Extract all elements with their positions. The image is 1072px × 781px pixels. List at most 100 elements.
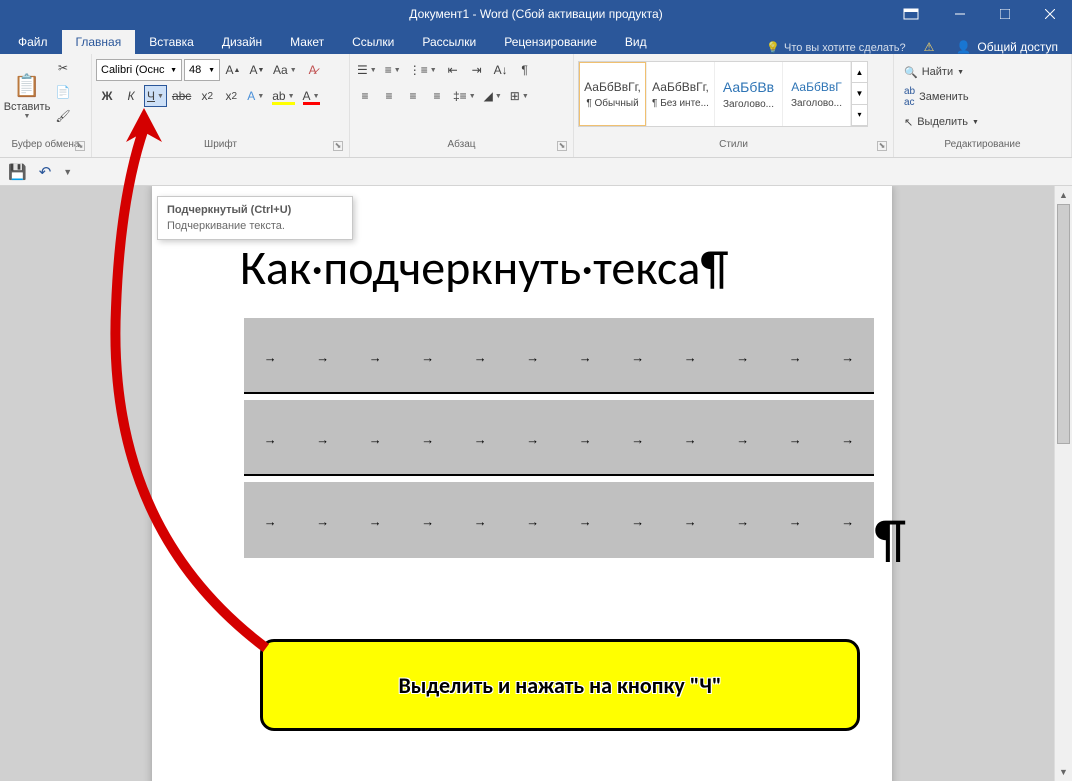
document-table[interactable]: →→→→→→→→→→→→ →→→→→→→→→→→→ →→→→→→→→→→→→ ¶: [244, 318, 874, 564]
save-button[interactable]: 💾: [8, 163, 27, 181]
group-label-font: Шрифт⬊: [96, 139, 345, 157]
style-heading1[interactable]: АаБбВвЗаголово...: [715, 62, 783, 126]
borders-button[interactable]: ⊞▼: [507, 85, 532, 107]
pilcrow-mark: ¶: [874, 506, 906, 572]
tab-home[interactable]: Главная: [62, 30, 136, 54]
grow-font-button[interactable]: A▲: [222, 59, 244, 81]
strike-button[interactable]: abc: [169, 85, 194, 107]
vertical-scrollbar[interactable]: ▲ ▼: [1054, 186, 1072, 781]
paste-button[interactable]: 📋 Вставить ▼: [4, 57, 50, 135]
align-right-button[interactable]: ≡: [402, 85, 424, 107]
group-label-clipboard: Буфер обмена⬊: [4, 139, 87, 157]
cut-button[interactable]: ✂: [52, 57, 74, 79]
multilevel-button[interactable]: ⋮≡▼: [406, 59, 440, 81]
font-name-combo[interactable]: Calibri (Оснс▼: [96, 59, 182, 81]
style-heading2[interactable]: АаБбВвГЗаголово...: [783, 62, 851, 126]
tab-references[interactable]: Ссылки: [338, 30, 408, 54]
tooltip-title: Подчеркнутый (Ctrl+U): [167, 204, 343, 216]
styles-gallery[interactable]: АаБбВвГг,¶ Обычный АаБбВвГг,¶ Без инте..…: [578, 61, 868, 127]
warning-icon[interactable]: ⚠: [924, 40, 935, 54]
table-row[interactable]: →→→→→→→→→→→→: [244, 400, 874, 476]
styles-more-icon[interactable]: ▾: [851, 105, 867, 126]
document-heading[interactable]: Как·подчеркнуть·текса¶: [240, 238, 728, 297]
style-no-spacing[interactable]: АаБбВвГг,¶ Без инте...: [647, 62, 715, 126]
tab-mailings[interactable]: Рассылки: [408, 30, 490, 54]
superscript-button[interactable]: x2: [220, 85, 242, 107]
tooltip-body: Подчеркивание текста.: [167, 220, 343, 232]
callout-text: Выделить и нажать на кнопку "Ч": [398, 672, 721, 699]
ribbon-display-icon[interactable]: [900, 5, 922, 23]
maximize-button[interactable]: [982, 0, 1027, 28]
share-button[interactable]: 👤 Общий доступ: [942, 40, 1072, 54]
numbering-button[interactable]: ≡▼: [382, 59, 404, 81]
align-left-button[interactable]: ≡: [354, 85, 376, 107]
clear-format-button[interactable]: A̷: [302, 59, 324, 81]
group-label-editing: Редактирование: [898, 139, 1067, 157]
qat-more-icon[interactable]: ▼: [63, 167, 72, 177]
paste-label: Вставить: [4, 101, 51, 113]
clipboard-dialog-icon[interactable]: ⬊: [75, 141, 85, 151]
ribbon: 📋 Вставить ▼ ✂ 📄 🖌 Буфер обмена⬊ Calibri…: [0, 54, 1072, 158]
minimize-button[interactable]: [937, 0, 982, 28]
shrink-font-button[interactable]: A▼: [246, 59, 268, 81]
bold-button[interactable]: Ж: [96, 85, 118, 107]
group-label-styles: Стили⬊: [578, 139, 889, 157]
lightbulb-icon: 💡: [766, 41, 780, 54]
ribbon-tabs: Файл Главная Вставка Дизайн Макет Ссылки…: [0, 28, 1072, 54]
tab-review[interactable]: Рецензирование: [490, 30, 611, 54]
replace-button[interactable]: abacЗаменить: [904, 86, 979, 108]
undo-button[interactable]: ↶: [39, 163, 52, 181]
share-label: Общий доступ: [977, 40, 1058, 54]
tab-view[interactable]: Вид: [611, 30, 661, 54]
tab-design[interactable]: Дизайн: [208, 30, 276, 54]
change-case-button[interactable]: Aa▼: [270, 59, 300, 81]
group-clipboard: 📋 Вставить ▼ ✂ 📄 🖌 Буфер обмена⬊: [0, 54, 92, 157]
copy-button[interactable]: 📄: [52, 81, 74, 103]
italic-button[interactable]: К: [120, 85, 142, 107]
close-button[interactable]: [1027, 0, 1072, 28]
subscript-button[interactable]: x2: [196, 85, 218, 107]
decrease-indent-button[interactable]: ⇤: [442, 59, 464, 81]
font-dialog-icon[interactable]: ⬊: [333, 141, 343, 151]
shading-button[interactable]: ◢▼: [481, 85, 505, 107]
tell-me-search[interactable]: 💡 Что вы хотите сделать?: [756, 41, 915, 54]
clipboard-icon: 📋: [13, 73, 40, 99]
scroll-up-icon[interactable]: ▲: [1055, 186, 1072, 204]
increase-indent-button[interactable]: ⇥: [466, 59, 488, 81]
replace-icon: abac: [904, 86, 915, 108]
line-spacing-button[interactable]: ‡≡▼: [450, 85, 479, 107]
share-icon: 👤: [956, 40, 971, 54]
underline-button[interactable]: Ч▼: [144, 85, 167, 107]
scroll-down-icon[interactable]: ▼: [1055, 763, 1072, 781]
bullets-button[interactable]: ☰▼: [354, 59, 380, 81]
tab-file[interactable]: Файл: [4, 30, 62, 54]
font-size-combo[interactable]: 48▼: [184, 59, 220, 81]
show-marks-button[interactable]: ¶: [514, 59, 536, 81]
group-font: Calibri (Оснс▼ 48▼ A▲ A▼ Aa▼ A̷ Ж К Ч▼ a…: [92, 54, 350, 157]
scroll-thumb[interactable]: [1057, 204, 1070, 444]
sort-button[interactable]: A↓: [490, 59, 512, 81]
styles-down-icon[interactable]: ▼: [851, 83, 867, 104]
justify-button[interactable]: ≡: [426, 85, 448, 107]
title-bar: Документ1 - Word (Сбой активации продукт…: [0, 0, 1072, 28]
styles-up-icon[interactable]: ▲: [851, 62, 867, 83]
align-center-button[interactable]: ≡: [378, 85, 400, 107]
styles-dialog-icon[interactable]: ⬊: [877, 141, 887, 151]
quick-access-row: 💾 ↶ ▼: [0, 158, 1072, 186]
table-row[interactable]: →→→→→→→→→→→→: [244, 318, 874, 394]
annotation-callout: Выделить и нажать на кнопку "Ч": [260, 639, 860, 731]
find-button[interactable]: 🔍Найти▼: [904, 61, 979, 83]
tab-layout[interactable]: Макет: [276, 30, 338, 54]
select-button[interactable]: ↖Выделить▼: [904, 111, 979, 133]
group-editing: 🔍Найти▼ abacЗаменить ↖Выделить▼ Редактир…: [894, 54, 1072, 157]
tab-insert[interactable]: Вставка: [135, 30, 208, 54]
group-label-paragraph: Абзац⬊: [354, 139, 569, 157]
group-paragraph: ☰▼ ≡▼ ⋮≡▼ ⇤ ⇥ A↓ ¶ ≡ ≡ ≡ ≡ ‡≡▼ ◢▼ ⊞▼ Абз…: [350, 54, 574, 157]
text-effects-button[interactable]: A▼: [244, 85, 267, 107]
format-painter-button[interactable]: 🖌: [52, 105, 74, 127]
highlight-button[interactable]: ab▼: [269, 85, 297, 107]
style-normal[interactable]: АаБбВвГг,¶ Обычный: [579, 62, 647, 126]
table-row[interactable]: →→→→→→→→→→→→ ¶: [244, 482, 874, 558]
paragraph-dialog-icon[interactable]: ⬊: [557, 141, 567, 151]
font-color-button[interactable]: A▼: [300, 85, 323, 107]
